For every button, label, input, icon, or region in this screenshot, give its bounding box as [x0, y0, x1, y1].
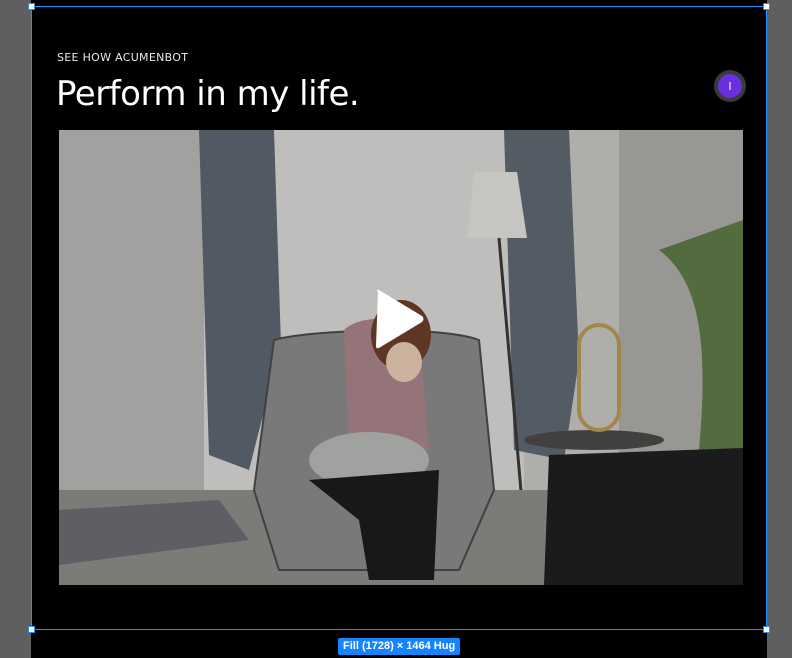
video-player[interactable] — [59, 130, 743, 585]
video-frame-image — [59, 130, 743, 585]
play-icon — [376, 289, 424, 349]
resize-handle-bottom-left[interactable] — [28, 626, 35, 633]
dimension-badge: Fill (1728) × 1464 Hug — [338, 638, 461, 655]
resize-handle-bottom-right[interactable] — [763, 626, 770, 633]
resize-handle-top-left[interactable] — [28, 3, 35, 10]
selection-outline-bottom — [31, 629, 767, 630]
avatar[interactable]: I — [714, 70, 746, 102]
eyebrow-label: SEE HOW ACUMENBOT — [57, 51, 189, 64]
resize-handle-top-right[interactable] — [763, 3, 770, 10]
selection-outline-right — [766, 6, 767, 630]
avatar-initial: I — [718, 74, 742, 98]
play-button[interactable] — [368, 286, 428, 352]
selection-outline-left — [31, 6, 32, 630]
page-title: Perform in my life. — [56, 74, 360, 114]
selection-outline-top — [31, 6, 767, 7]
